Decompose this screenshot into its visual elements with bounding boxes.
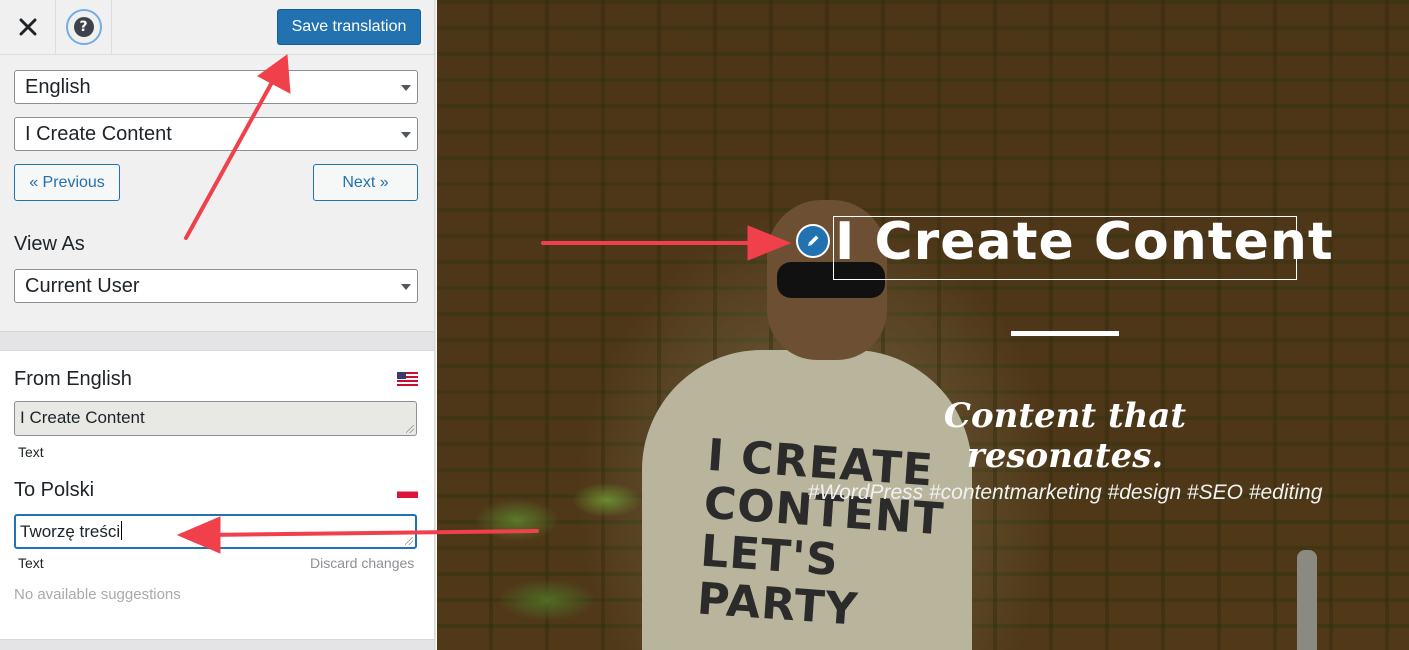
to-language-label: To Polski [14,479,95,501]
suggestions-status: No available suggestions [14,586,181,603]
help-button[interactable]: ? [56,0,112,54]
hero-title[interactable]: I Create Content [835,212,1334,272]
help-icon: ? [65,9,102,45]
translation-input[interactable]: Tworzę treści [14,514,417,549]
text-cursor [121,521,123,540]
view-as-select[interactable]: Current User [14,269,418,303]
source-type-label: Text [18,444,44,460]
hero-tagline: Content that resonates. [943,396,1187,476]
discard-changes-link[interactable]: Discard changes [310,555,414,571]
next-button[interactable]: Next » [313,164,418,201]
pencil-icon [808,235,819,246]
save-translation-button[interactable]: Save translation [277,9,421,45]
hero-hashtags: #WordPress #contentmarketing #design #SE… [807,481,1323,504]
resize-grip-icon [405,537,413,545]
us-flag-icon [397,372,418,386]
site-preview: I CREATE CONTENT LET'S PARTY I Create Co… [437,0,1409,650]
string-select[interactable]: I Create Content [14,117,418,151]
help-glyph: ? [73,17,94,37]
string-select-value: I Create Content [25,123,172,145]
edit-string-button[interactable] [796,224,830,258]
language-select-value: English [25,76,91,98]
resize-grip-icon [406,425,414,433]
language-select[interactable]: English [14,70,418,104]
source-text-value: I Create Content [20,408,145,427]
source-text-field: I Create Content [14,401,417,436]
translation-sidebar: ? Save translation English I Create Cont… [0,0,434,650]
chevron-down-icon [401,284,411,290]
close-icon [19,18,36,36]
translation-input-value: Tworzę treści [20,522,121,541]
panel-footer [0,639,434,650]
pl-flag-icon [397,485,418,498]
statue-figure [1297,550,1317,650]
from-language-label: From English [14,368,132,390]
previous-button[interactable]: « Previous [14,164,120,201]
sidebar-toolbar: ? Save translation [0,0,434,55]
close-button[interactable] [0,0,56,54]
hero-divider [1011,331,1119,336]
section-divider [0,331,434,351]
chevron-down-icon [401,132,411,138]
chevron-down-icon [401,85,411,91]
view-as-label: View As [14,233,85,255]
view-as-select-value: Current User [25,275,140,297]
target-type-label: Text [18,555,44,571]
